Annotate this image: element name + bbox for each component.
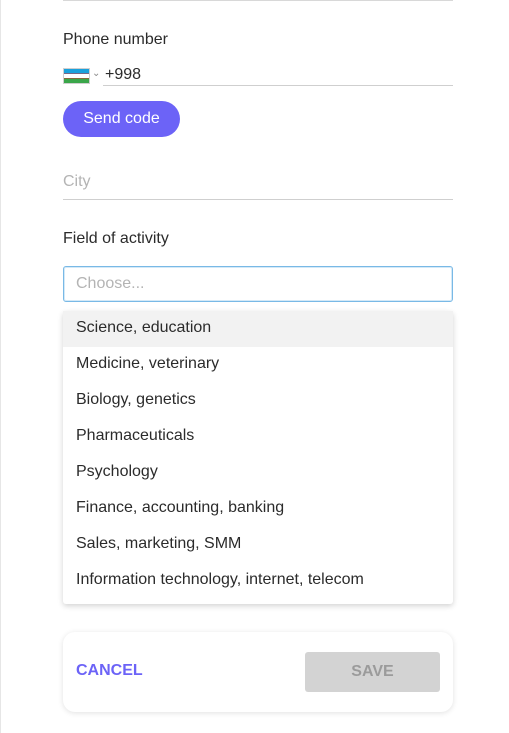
phone-input-row: ⌄ +998: [63, 64, 453, 86]
uzbekistan-flag-icon[interactable]: [63, 68, 90, 84]
field-of-activity-select[interactable]: Choose...: [63, 266, 453, 302]
dropdown-option[interactable]: Finance, accounting, banking: [63, 491, 453, 527]
field-of-activity-label: Field of activity: [63, 230, 169, 247]
chevron-down-icon[interactable]: ⌄: [92, 68, 100, 79]
previous-field-underline: [63, 0, 453, 1]
dropdown-option[interactable]: Psychology: [63, 455, 453, 491]
dropdown-option[interactable]: Medicine, veterinary: [63, 347, 453, 383]
phone-input[interactable]: +998: [105, 66, 141, 84]
dropdown-option[interactable]: Science, education: [63, 311, 453, 347]
send-code-button[interactable]: Send code: [63, 101, 180, 137]
dropdown-option[interactable]: Sales, marketing, SMM: [63, 527, 453, 563]
dropdown-option[interactable]: Biology, genetics: [63, 383, 453, 419]
dropdown-option[interactable]: Pharmaceuticals: [63, 419, 453, 455]
field-of-activity-dropdown: Science, education Medicine, veterinary …: [63, 311, 453, 604]
dropdown-option[interactable]: Information technology, internet, teleco…: [63, 563, 453, 599]
form-actions-card: CANCEL SAVE: [63, 632, 453, 712]
city-input[interactable]: City: [63, 170, 453, 200]
cancel-button[interactable]: CANCEL: [76, 662, 143, 680]
phone-number-label: Phone number: [63, 31, 168, 48]
phone-underline: [103, 85, 453, 86]
save-button[interactable]: SAVE: [305, 652, 440, 692]
form-panel: Phone number ⌄ +998 Send code City Field…: [0, 0, 509, 733]
